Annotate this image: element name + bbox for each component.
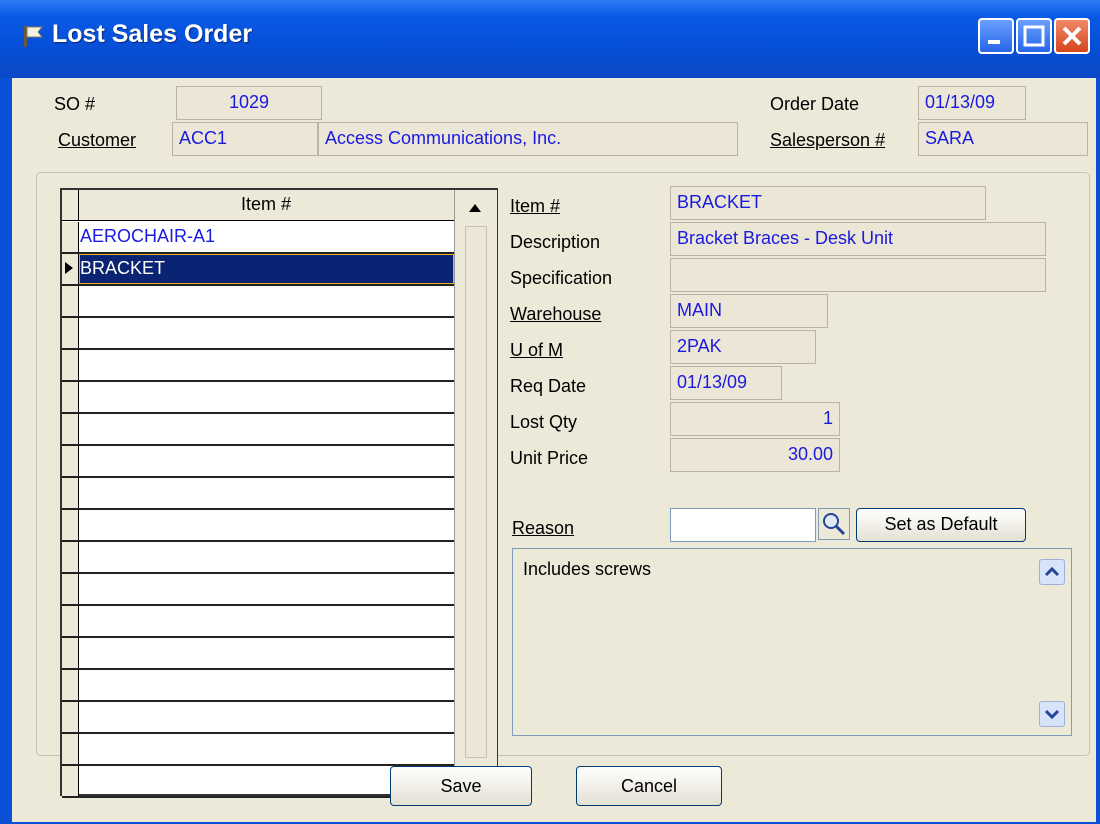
maximize-button[interactable] xyxy=(1016,18,1052,54)
reason-lookup-button[interactable] xyxy=(818,508,850,540)
minimize-icon xyxy=(988,40,1000,44)
reason-memo-text: Includes screws xyxy=(523,559,652,579)
memo-scroll-up-button[interactable] xyxy=(1039,559,1065,585)
grid-cell-item[interactable]: AEROCHAIR-A1 xyxy=(80,226,215,247)
customer-label[interactable]: Customer xyxy=(58,130,136,151)
grid-row[interactable] xyxy=(62,542,454,574)
title-bar[interactable]: Lost Sales Order xyxy=(0,0,1100,78)
row-selector[interactable] xyxy=(62,478,79,508)
so-label: SO # xyxy=(54,94,96,114)
warehouse-label[interactable]: Warehouse xyxy=(510,304,601,325)
scroll-up-icon xyxy=(1044,566,1060,577)
salesperson-field[interactable]: SARA xyxy=(918,122,1088,156)
grid-header: Item # xyxy=(62,190,454,221)
grid-row[interactable] xyxy=(62,606,454,638)
row-pointer-icon xyxy=(65,262,73,274)
row-selector[interactable] xyxy=(62,286,79,316)
customer-name-field[interactable]: Access Communications, Inc. xyxy=(318,122,738,156)
set-as-default-button[interactable]: Set as Default xyxy=(856,508,1026,542)
row-selector[interactable] xyxy=(62,350,79,380)
row-selector[interactable] xyxy=(62,766,79,796)
grid-row[interactable] xyxy=(62,446,454,478)
grid-row[interactable] xyxy=(62,702,454,734)
scroll-thumb[interactable] xyxy=(465,226,487,758)
req-date-label: Req Date xyxy=(510,376,587,396)
grid-row[interactable] xyxy=(62,638,454,670)
grid-row[interactable]: AEROCHAIR-A1 xyxy=(62,222,454,254)
flag-icon xyxy=(24,26,44,47)
save-button-label: Save xyxy=(440,776,482,796)
row-selector[interactable] xyxy=(62,446,79,476)
row-selector[interactable] xyxy=(62,574,79,604)
item-field[interactable]: BRACKET xyxy=(670,186,986,220)
grid-cell-item[interactable]: BRACKET xyxy=(80,258,165,279)
lost-sales-order-window: Lost Sales Order SO # 1029 Customer ACC1… xyxy=(0,0,1100,824)
grid-row[interactable] xyxy=(62,286,454,318)
row-selector[interactable] xyxy=(62,606,79,636)
scroll-down-icon xyxy=(1044,709,1060,720)
unit-price-label: Unit Price xyxy=(510,448,589,468)
memo-scroll-down-button[interactable] xyxy=(1039,701,1065,727)
lost-qty-field[interactable]: 1 xyxy=(670,402,840,436)
row-selector[interactable] xyxy=(62,734,79,764)
minimize-button[interactable] xyxy=(978,18,1014,54)
uom-label[interactable]: U of M xyxy=(510,340,563,361)
grid-row[interactable]: BRACKET xyxy=(62,254,454,286)
uom-field[interactable]: 2PAK xyxy=(670,330,816,364)
maximize-icon xyxy=(1023,25,1045,47)
order-date-label: Order Date xyxy=(770,94,860,114)
grid-header-selector xyxy=(62,190,79,220)
grid-row[interactable] xyxy=(62,510,454,542)
unit-price-field[interactable]: 30.00 xyxy=(670,438,840,472)
customer-code-field[interactable]: ACC1 xyxy=(172,122,318,156)
row-selector[interactable] xyxy=(62,414,79,444)
specification-field[interactable] xyxy=(670,258,1046,292)
grid-row[interactable] xyxy=(62,734,454,766)
row-selector[interactable] xyxy=(62,222,79,252)
grid-row[interactable] xyxy=(62,574,454,606)
grid-row[interactable] xyxy=(62,670,454,702)
row-selector[interactable] xyxy=(62,254,79,284)
grid-scrollbar[interactable] xyxy=(454,190,497,794)
row-selector[interactable] xyxy=(62,702,79,732)
reason-memo[interactable]: Includes screws xyxy=(512,548,1072,736)
salesperson-label[interactable]: Salesperson # xyxy=(770,130,885,151)
close-button[interactable] xyxy=(1054,18,1090,54)
item-label[interactable]: Item # xyxy=(510,196,560,217)
grid-row[interactable] xyxy=(62,414,454,446)
scroll-up-icon xyxy=(469,204,481,212)
grid-row[interactable] xyxy=(62,478,454,510)
row-selector[interactable] xyxy=(62,670,79,700)
row-selector[interactable] xyxy=(62,510,79,540)
search-icon xyxy=(823,513,846,536)
grid-row[interactable] xyxy=(62,318,454,350)
so-number-field[interactable]: 1029 xyxy=(176,86,322,120)
cancel-button-label: Cancel xyxy=(620,776,678,796)
save-button[interactable]: Save xyxy=(390,766,532,806)
description-label: Description xyxy=(510,232,601,252)
req-date-field[interactable]: 01/13/09 xyxy=(670,366,782,400)
grid-row[interactable] xyxy=(62,382,454,414)
row-selector[interactable] xyxy=(62,638,79,668)
close-icon xyxy=(1062,26,1082,46)
description-field[interactable]: Bracket Braces - Desk Unit xyxy=(670,222,1046,256)
row-selector[interactable] xyxy=(62,318,79,348)
scroll-up-button[interactable] xyxy=(459,192,491,222)
reason-input[interactable] xyxy=(670,508,816,542)
grid-header-item[interactable]: Item # xyxy=(78,194,454,215)
row-selector[interactable] xyxy=(62,382,79,412)
warehouse-field[interactable]: MAIN xyxy=(670,294,828,328)
lost-qty-label: Lost Qty xyxy=(510,412,578,432)
reason-label[interactable]: Reason xyxy=(512,518,574,539)
specification-label: Specification xyxy=(510,268,613,288)
order-date-field[interactable]: 01/13/09 xyxy=(918,86,1026,120)
dialog-client-area: SO # 1029 Customer ACC1 Access Communica… xyxy=(12,78,1096,822)
cancel-button[interactable]: Cancel xyxy=(576,766,722,806)
row-selector[interactable] xyxy=(62,542,79,572)
grid-row[interactable] xyxy=(62,350,454,382)
item-grid[interactable]: Item # AEROCHAIR-A1 BRACKET xyxy=(60,188,498,798)
window-title: Lost Sales Order xyxy=(52,20,253,48)
